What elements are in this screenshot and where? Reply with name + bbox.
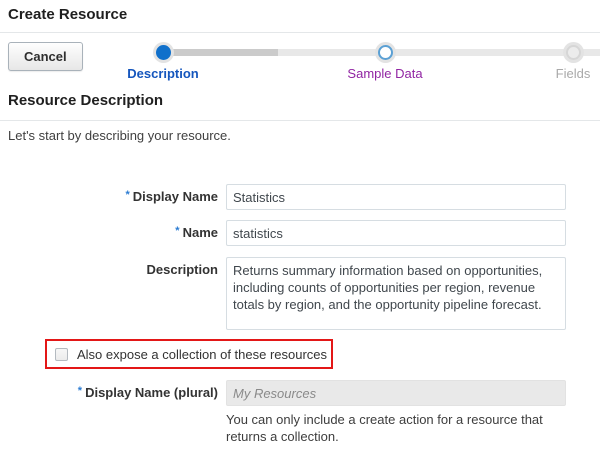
train-stop-sample-data[interactable]	[378, 45, 393, 60]
plural-help-text: You can only include a create action for…	[226, 412, 543, 444]
train-stop-description[interactable]	[156, 45, 171, 60]
section-intro-text: Let's start by describing your resource.	[8, 128, 231, 143]
description-field[interactable]: Returns summary information based on opp…	[226, 257, 566, 330]
name-label: * Name	[0, 220, 218, 246]
required-asterisk: *	[77, 385, 83, 397]
display-name-label-text: Display Name	[132, 189, 218, 204]
train-step-label-description[interactable]: Description	[93, 66, 233, 81]
page-title: Create Resource	[8, 6, 128, 23]
display-name-plural-label: * Display Name (plural)	[0, 380, 218, 406]
description-label-text: Description	[146, 262, 218, 277]
train-step-label-fields[interactable]: Fields	[503, 66, 600, 81]
header-divider	[0, 32, 600, 33]
name-label-text: Name	[182, 225, 218, 240]
section-divider	[0, 120, 600, 121]
train-track-completed-segment	[163, 49, 278, 56]
annotation-highlight-box: Also expose a collection of these resour…	[45, 339, 333, 369]
display-name-plural-field	[226, 380, 566, 406]
display-name-field[interactable]	[226, 184, 566, 210]
required-asterisk: *	[175, 225, 180, 237]
expose-collection-checkbox-label[interactable]: Also expose a collection of these resour…	[77, 347, 327, 362]
create-resource-wizard: Create Resource Cancel Description Sampl…	[0, 0, 600, 451]
train-step-label-sample-data[interactable]: Sample Data	[315, 66, 455, 81]
name-field[interactable]	[226, 220, 566, 246]
expose-collection-checkbox[interactable]	[55, 347, 68, 361]
display-name-label: * Display Name	[0, 184, 218, 210]
description-label: Description	[0, 257, 218, 283]
section-title: Resource Description	[8, 92, 164, 109]
cancel-button[interactable]: Cancel	[8, 42, 83, 71]
train-stop-fields[interactable]	[566, 45, 581, 60]
required-asterisk: *	[125, 189, 130, 201]
display-name-plural-label-text: Display Name (plural)	[85, 385, 218, 400]
